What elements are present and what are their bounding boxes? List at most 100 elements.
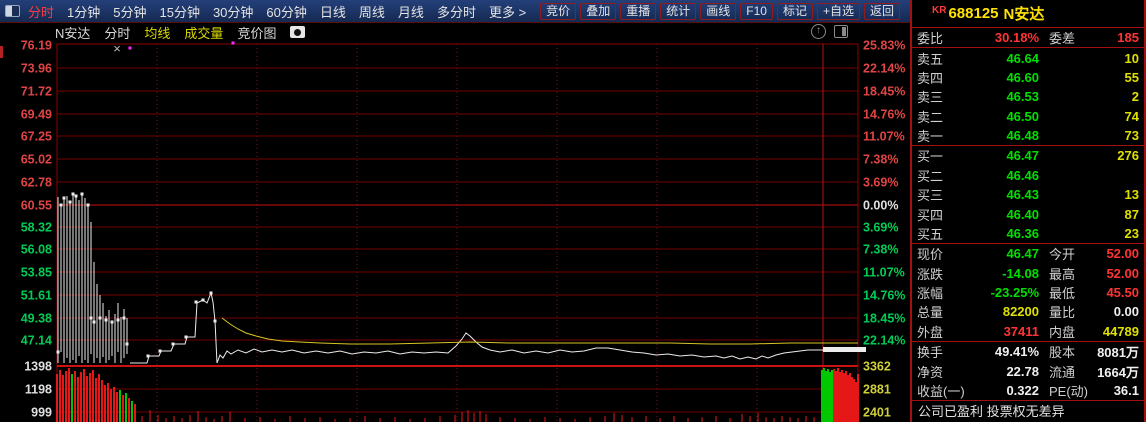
bid-5[interactable]: 买五 46.36 23 [912,224,1144,243]
change-row: 涨跌 -14.08 最高 52.00 [912,264,1144,283]
ask-5[interactable]: 卖五 46.64 10 [912,48,1144,67]
bid-5-cell-1: 46.36 [1006,225,1039,241]
svg-text:71.72: 71.72 [21,85,52,99]
weibi-row-cell-0: 委比 [917,31,944,47]
lots-row: 外盘 37411 内盘 44789 [912,322,1144,341]
price-row-cell-1: 46.47 [1006,246,1039,262]
tab-4[interactable]: 30分钟 [213,2,253,21]
bid-1-cell-1: 46.47 [1006,148,1039,164]
svg-text:51.61: 51.61 [21,289,52,303]
svg-text:18.45%: 18.45% [863,312,905,326]
svg-text:999: 999 [31,406,52,420]
trading-app-window: 分时 1分钟 5分钟 15分钟 30分钟 60分钟 日线 周线 月线 多分时 更多 > 竞价 叠加 重播… [0,0,1146,422]
svg-text:18.45%: 18.45% [863,85,905,99]
action-button-0[interactable]: 竞价 [540,2,577,20]
tab-2[interactable]: 5分钟 [113,2,146,21]
tab-6[interactable]: 日线 [320,2,346,21]
camera-icon[interactable] [290,26,306,38]
chart-type-label: 分时 [104,25,131,41]
stock-title[interactable]: KR 688125 N安达 [912,0,1144,28]
quote-rows: 委比 30.18% 委差 185 卖五 46.64 10 卖四 46.60 55 卖三 46.53 2 卖… [912,28,1144,402]
tab-1[interactable]: 1分钟 [67,2,100,21]
bid-2[interactable]: 买二 46.46 [912,166,1144,185]
lots-row-cell-0: 外盘 [917,324,944,340]
action-button-7[interactable]: +自选 [816,2,860,20]
ask-5-cell-0: 卖五 [917,51,944,67]
svg-text:×: × [113,41,121,56]
change-row-cell-0: 涨跌 [917,266,944,282]
maximize-icon[interactable]: ↑ [811,24,826,39]
ask-3-cell-2: 2 [1131,89,1139,105]
turnover-row-cell-1: 49.41% [994,344,1039,360]
action-button-8[interactable]: 返回 [863,2,900,20]
svg-text:60.55: 60.55 [21,199,52,213]
stock-code: 688125 [948,5,999,22]
ask-2-cell-1: 46.50 [1006,108,1039,124]
tab-5[interactable]: 60分钟 [266,2,306,21]
action-button-4[interactable]: 画线 [700,2,737,20]
bid-4[interactable]: 买四 46.40 87 [912,204,1144,223]
tab-10[interactable]: 更多 > [489,2,526,21]
svg-text:47.14: 47.14 [21,334,52,348]
tab-8[interactable]: 月线 [398,2,424,21]
company-note: 公司已盈利 投票权无差异 [918,404,1065,419]
ask-2-cell-0: 卖二 [917,109,944,125]
pct-row-cell-0: 涨幅 [917,286,944,302]
market-flag-badge: KR [932,5,947,16]
ask-3-cell-0: 卖三 [917,90,944,106]
tab-9[interactable]: 多分时 [437,2,476,21]
stock-name-label: N安达 [55,25,91,41]
svg-text:22.14%: 22.14% [863,334,905,348]
ask-1-cell-2: 73 [1124,128,1139,144]
tab-7[interactable]: 周线 [359,2,385,21]
svg-text:11.07%: 11.07% [863,266,905,280]
ask-2[interactable]: 卖二 46.50 74 [912,107,1144,126]
bid-4-cell-2: 87 [1124,206,1139,222]
asset-row-cell-2: 流通 [1049,364,1076,380]
action-button-5[interactable]: F10 [740,2,773,20]
bid-1[interactable]: 买一 46.47 276 [912,146,1144,165]
change-row-cell-2: 最高 [1049,266,1076,282]
volume-row: 总量 82200 量比 0.00 [912,302,1144,321]
ma-toggle[interactable]: 均线 [144,23,170,42]
ask-1[interactable]: 卖一 46.48 73 [912,126,1144,145]
pct-row: 涨幅 -23.25% 最低 45.50 [912,283,1144,302]
action-button-1[interactable]: 叠加 [580,2,617,20]
tab-3[interactable]: 15分钟 [159,2,199,21]
svg-text:3.69%: 3.69% [863,176,898,190]
stock-name: N安达 [1003,6,1045,23]
window-panel-icon[interactable] [5,5,20,17]
weibi-row-cell-3: 185 [1117,30,1139,46]
price-row-cell-3: 52.00 [1106,246,1139,262]
turnover-row: 换手 49.41% 股本 8081万 [912,342,1144,361]
svg-text:7.38%: 7.38% [863,153,898,167]
tab-0[interactable]: 分时 [28,2,54,21]
bid-3[interactable]: 买三 46.43 13 [912,185,1144,204]
bid-5-cell-2: 23 [1124,225,1139,241]
svg-text:7.38%: 7.38% [863,243,898,257]
weibi-row-cell-2: 委差 [1049,31,1076,47]
period-tabs: 分时 1分钟 5分钟 15分钟 30分钟 60分钟 日线 周线 月线 多分时 更多 > [28,2,526,21]
action-button-2[interactable]: 重播 [620,2,657,20]
turnover-row-cell-3: 8081万 [1097,345,1139,361]
lots-row-cell-1: 37411 [1003,323,1039,339]
price-row-cell-2: 今开 [1049,247,1076,263]
eps-row-cell-0: 收益(一) [917,383,965,399]
svg-text:0.00%: 0.00% [863,199,898,213]
eps-row: 收益(一) 0.322 PE(动) 36.1 [912,381,1144,400]
chart-header-icons: ↑ [811,24,848,39]
bid-3-cell-0: 买三 [917,188,944,204]
action-button-6[interactable]: 标记 [776,2,813,20]
panel-toggle-icon[interactable] [834,25,848,38]
pct-row-cell-3: 45.50 [1106,285,1139,301]
weibi-row: 委比 30.18% 委差 185 [912,28,1144,47]
action-button-3[interactable]: 统计 [660,2,697,20]
intraday-chart[interactable]: ×76.1973.9671.7269.4967.2565.0262.7860.5… [0,22,910,422]
auction-chart-toggle[interactable]: 竞价图 [237,23,276,42]
eps-row-cell-3: 36.1 [1113,382,1139,398]
ask-4[interactable]: 卖四 46.60 55 [912,68,1144,87]
asset-row: 净资 22.78 流通 1664万 [912,361,1144,380]
volume-indicator-toggle[interactable]: 成交量 [184,23,223,42]
ask-3[interactable]: 卖三 46.53 2 [912,87,1144,106]
chart-header: N安达 分时 均线 成交量 竞价图 ↑ [0,22,910,42]
